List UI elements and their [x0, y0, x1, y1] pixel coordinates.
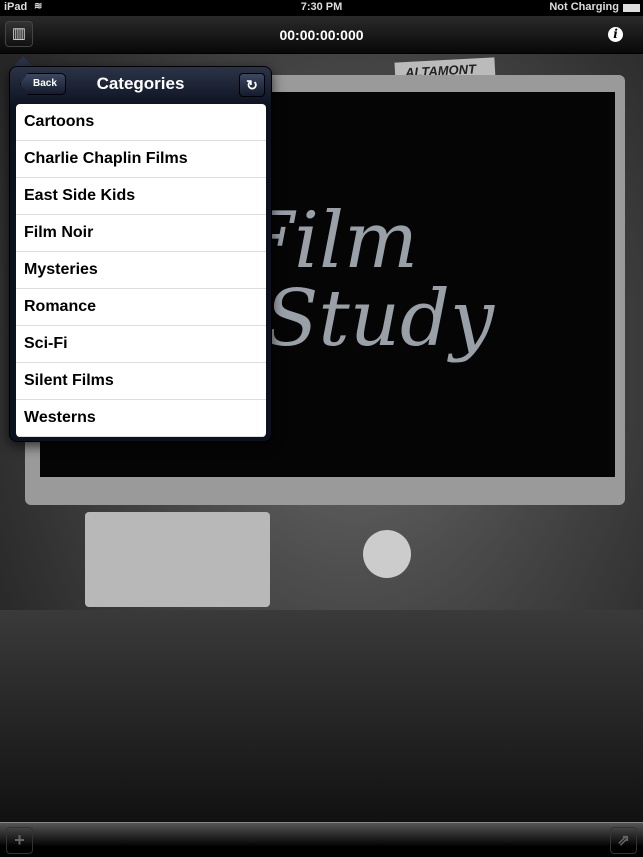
categories-list: Cartoons Charlie Chaplin Films East Side…: [16, 104, 266, 437]
list-item[interactable]: Film Noir: [16, 215, 266, 252]
list-item[interactable]: Silent Films: [16, 363, 266, 400]
list-item[interactable]: Sci-Fi: [16, 326, 266, 363]
control-panel: [85, 512, 270, 607]
list-item[interactable]: Charlie Chaplin Films: [16, 141, 266, 178]
list-item[interactable]: Cartoons: [16, 104, 266, 141]
categories-popover: Back Categories ↻ Cartoons Charlie Chapl…: [9, 66, 272, 442]
share-icon[interactable]: ⇗: [610, 827, 637, 854]
list-item[interactable]: East Side Kids: [16, 178, 266, 215]
refresh-icon[interactable]: ↻: [239, 73, 265, 97]
status-bar: iPad ≋ 7:30 PM Not Charging: [0, 0, 643, 16]
film-study-logo: Film Study: [240, 196, 495, 364]
info-icon[interactable]: i: [608, 27, 623, 42]
knob: [363, 530, 411, 578]
bottom-toolbar: + ⇗: [0, 822, 643, 857]
popover-title: Categories: [96, 74, 185, 93]
timer: 00:00:00:000: [279, 27, 364, 43]
battery-status: Not Charging: [549, 1, 619, 13]
list-item[interactable]: Mysteries: [16, 252, 266, 289]
list-item[interactable]: Westerns: [16, 400, 266, 437]
desk: [0, 610, 643, 822]
list-item[interactable]: Romance: [16, 289, 266, 326]
popover-header: Back Categories ↻: [10, 67, 271, 103]
clock: 7:30 PM: [300, 1, 343, 13]
plus-icon[interactable]: +: [6, 827, 33, 854]
nav-bar: ▥ 00:00:00:000 i: [0, 16, 643, 54]
battery-icon: [623, 4, 640, 12]
